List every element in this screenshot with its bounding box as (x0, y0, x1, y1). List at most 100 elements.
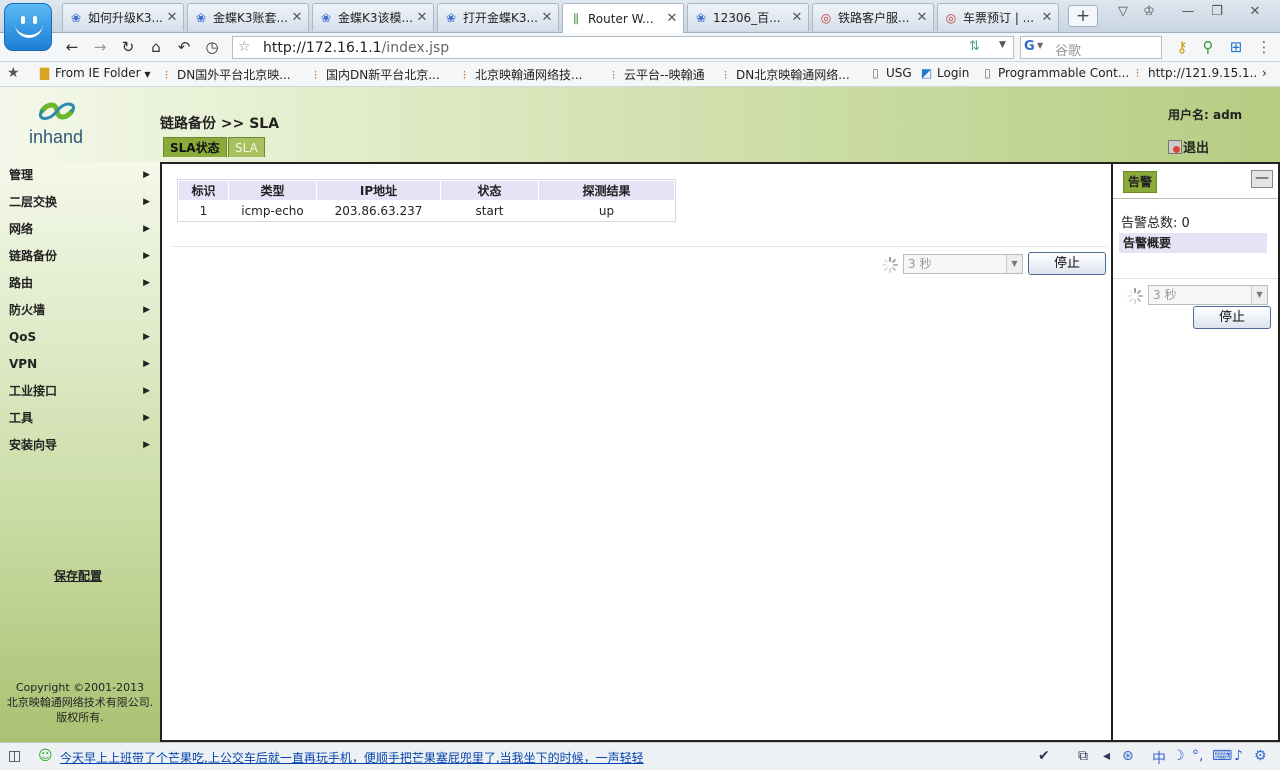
bookmark-star-icon[interactable]: ★ (7, 65, 20, 81)
chevron-right-icon: ▶ (143, 224, 150, 234)
tab-alerts[interactable]: 告警 (1123, 171, 1158, 193)
reload-icon[interactable]: ↻ (118, 38, 138, 56)
search-placeholder: 谷歌 (1055, 44, 1082, 59)
loading-icon: ⁝ (723, 68, 728, 82)
key-icon[interactable]: ⚷ (1172, 38, 1192, 56)
bookmark-item[interactable]: ▇ From IE Folder ▼ (38, 66, 151, 80)
chevron-right-icon: ▶ (143, 251, 150, 261)
close-tab-icon[interactable]: ✕ (915, 10, 929, 25)
check-icon[interactable]: ✔ (1038, 748, 1050, 764)
bookmark-item[interactable]: ⁝ 国内DN新平台北京... (309, 66, 440, 83)
tab-browser[interactable]: ❀ 如何升级K3... ✕ (62, 3, 184, 31)
loading-icon: ⁝ (462, 68, 467, 82)
sidebar-item[interactable]: VPN ▶ (0, 351, 160, 377)
sidebar-item[interactable]: 安装向导 ▶ (0, 432, 160, 458)
shirt-icon[interactable]: ♔ (1138, 4, 1160, 19)
tab-browser[interactable]: ❀ 金蝶K3该模... ✕ (312, 3, 434, 31)
url-dropdown-icon[interactable]: ▼ (999, 40, 1006, 50)
sidebar-item[interactable]: 管理 ▶ (0, 162, 160, 188)
tab-browser[interactable]: ❀ 金蝶K3账套... ✕ (187, 3, 309, 31)
bookmark-item[interactable]: ▯ Programmable Cont... (981, 66, 1129, 80)
alert-stop-button[interactable]: 停止 (1193, 306, 1271, 329)
table-header-row: 标识 类型 IP地址 状态 探测结果 (178, 180, 675, 201)
screenshot-icon[interactable]: ⧉ (1078, 748, 1088, 764)
home-icon[interactable]: ⌂ (146, 38, 166, 56)
logout-link[interactable]: 退出 (1168, 137, 1209, 156)
bookmark-item[interactable]: ⁝ DN北京映翰通网络... (719, 66, 850, 83)
star-icon[interactable]: ☆ (238, 39, 251, 55)
sidebar-item[interactable]: 工业接口 ▶ (0, 378, 160, 404)
menu-chevron-icon[interactable]: ▽ (1112, 4, 1134, 19)
sidebar-item[interactable]: 二层交换 ▶ (0, 189, 160, 215)
ime-punct-icon[interactable]: °, (1192, 748, 1203, 764)
new-tab-button[interactable]: + (1068, 5, 1098, 27)
ime-settings-icon[interactable]: ⚙ (1254, 748, 1267, 764)
close-tab-icon[interactable]: ✕ (540, 10, 554, 25)
url-text: http://172.16.1.1/index.jsp (263, 40, 449, 56)
sidebar-item[interactable]: 防火墙 ▶ (0, 297, 160, 323)
ime-keyboard-icon[interactable]: ⌨ (1212, 748, 1232, 764)
close-tab-icon[interactable]: ✕ (415, 10, 429, 25)
close-tab-icon[interactable]: ✕ (1040, 10, 1054, 25)
bookmark-item[interactable]: ⁝ 北京映翰通网络技... (458, 66, 583, 83)
alert-panel: 告警 — 告警总数: 0 告警概要 3 秒 ▼ 停止 (1113, 162, 1280, 742)
browser-status-bar: ◫ ☺ 今天早上上班带了个芒果吃,上公交车后就一直再玩手机，便顺手把芒果塞屁兜里… (0, 742, 1280, 770)
browser-tab-strip: ❀ 如何升级K3... ✕ ❀ 金蝶K3账套... ✕ ❀ 金蝶K3该模... ✕ ❀ 打开金蝶K3… (0, 0, 1280, 33)
bookmark-item[interactable]: ⁝ http://121.9.15.1... (1131, 66, 1257, 80)
forward-icon[interactable]: → (90, 38, 110, 56)
ime-chinese-icon[interactable]: 中 (1152, 748, 1166, 768)
bookmark-item[interactable]: ▯ USG (869, 66, 912, 80)
url-path: /index.jsp (381, 40, 450, 56)
tab-sla[interactable]: SLA (228, 137, 265, 157)
overflow-menu-icon[interactable]: ⋮ (1254, 38, 1274, 56)
sidebar-item[interactable]: 网络 ▶ (0, 216, 160, 242)
bookmark-item[interactable]: ⁝ 云平台--映翰通 (607, 66, 705, 83)
bookmark-overflow-icon[interactable]: › (1262, 66, 1267, 80)
sidebar-item-label: 工业接口 (9, 384, 58, 398)
back-icon[interactable]: ← (62, 38, 82, 56)
close-tab-icon[interactable]: ✕ (165, 10, 179, 25)
compat-mode-icon[interactable]: ⇅ (969, 39, 980, 54)
volume-icon[interactable]: ◂ (1103, 748, 1110, 764)
ime-moon-icon[interactable]: ☽ (1172, 748, 1185, 764)
ime-logo-icon[interactable]: ⊛ (1122, 748, 1134, 764)
status-news-link[interactable]: 今天早上上班带了个芒果吃,上公交车后就一直再玩手机，便顺手把芒果塞屁兜里了,当我… (60, 749, 644, 766)
ime-mic-icon[interactable]: ♪ (1234, 748, 1243, 764)
bookmark-item[interactable]: ⁝ DN国外平台北京映... (160, 66, 291, 83)
tab-browser[interactable]: ◎ 车票预订 | ... ✕ (937, 3, 1059, 31)
restore-icon[interactable]: ❐ (1206, 4, 1228, 19)
close-tab-icon[interactable]: ✕ (290, 10, 304, 25)
sidebar-item[interactable]: QoS ▶ (0, 324, 160, 350)
sidebar-item[interactable]: 工具 ▶ (0, 405, 160, 431)
translate-icon[interactable]: ⊞ (1226, 38, 1246, 56)
sidebar-toggle-icon[interactable]: ◫ (8, 748, 21, 764)
search-box[interactable]: G ▼ 谷歌 (1020, 36, 1162, 59)
stop-button[interactable]: 停止 (1028, 252, 1106, 275)
tab-browser[interactable]: ⫼ Router W... ✕ (562, 3, 684, 33)
tab-browser[interactable]: ❀ 打开金蝶K3... ✕ (437, 3, 559, 31)
save-config-link[interactable]: 保存配置 (54, 567, 102, 584)
close-tab-icon[interactable]: ✕ (665, 11, 679, 26)
breadcrumb: 链路备份 >> SLA (160, 116, 280, 132)
sidebar-item[interactable]: 路由 ▶ (0, 270, 160, 296)
alert-refresh-select[interactable]: 3 秒 ▼ (1148, 285, 1268, 305)
collapse-button[interactable]: — (1251, 170, 1273, 188)
close-window-icon[interactable]: ✕ (1244, 4, 1266, 19)
main-content: 标识 类型 IP地址 状态 探测结果 1 icmp-echo 203.86.63.237 st… (160, 162, 1113, 742)
tab-label: 如何升级K3... (88, 11, 163, 25)
bookmark-item[interactable]: ◩ Login (920, 66, 970, 80)
address-bar[interactable]: ☆ http://172.16.1.1/index.jsp ⇅ ▼ (232, 36, 1014, 59)
tab-browser[interactable]: ◎ 铁路客户服... ✕ (812, 3, 934, 31)
tab-sla-status[interactable]: SLA状态 (163, 137, 227, 157)
tab-browser[interactable]: ❀ 12306_百... ✕ (687, 3, 809, 31)
google-icon: G (1024, 39, 1035, 54)
search-engine-dropdown-icon[interactable]: ▼ (1037, 41, 1043, 50)
user-search-icon[interactable]: ⚲ (1198, 38, 1218, 56)
sidebar-item[interactable]: 链路备份 ▶ (0, 243, 160, 269)
close-tab-icon[interactable]: ✕ (790, 10, 804, 25)
history-icon[interactable]: ◷ (202, 38, 222, 56)
refresh-interval-select[interactable]: 3 秒 ▼ (903, 254, 1023, 274)
undo-icon[interactable]: ↶ (174, 38, 194, 56)
loading-icon: ⁝ (164, 68, 169, 82)
minimize-icon[interactable]: — (1177, 4, 1199, 19)
